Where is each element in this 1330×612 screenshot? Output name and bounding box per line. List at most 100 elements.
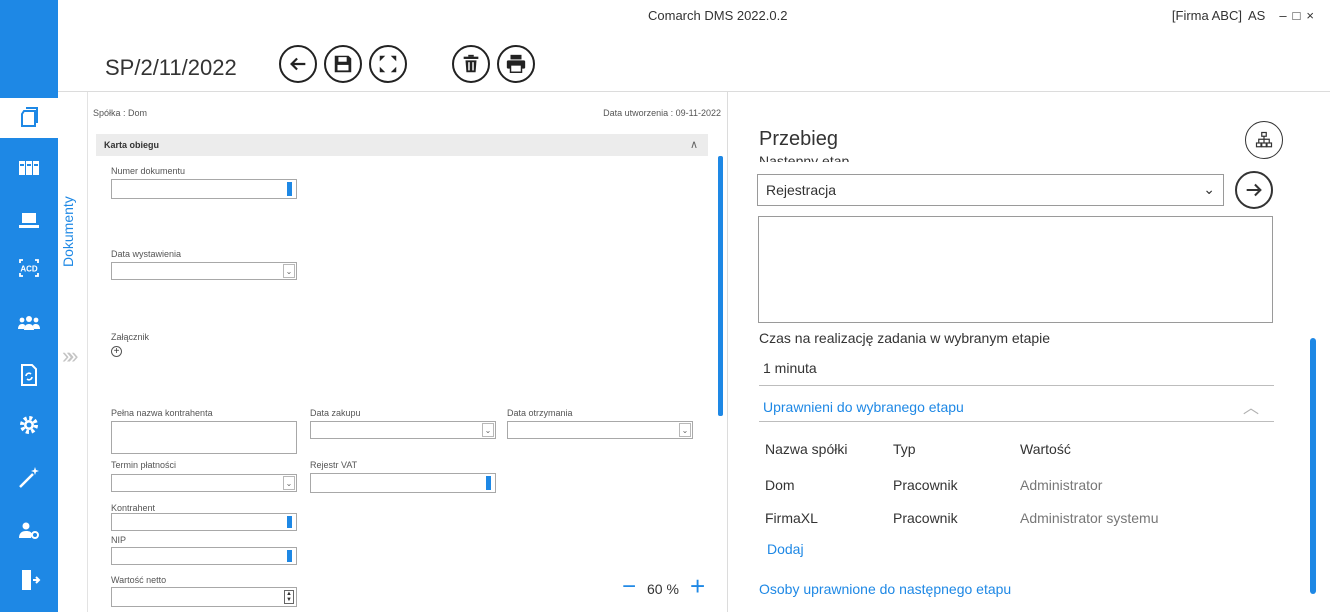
chevron-down-icon[interactable]: ⌄: [679, 423, 691, 437]
field-label: Wartość netto: [111, 575, 167, 585]
sidebar-item-user-admin[interactable]: [0, 510, 58, 550]
section-title: Karta obiegu: [104, 140, 160, 150]
field-label: Data otrzymania: [507, 408, 573, 418]
fullscreen-icon: [379, 55, 397, 73]
stepper-arrows-icon[interactable]: ▲ ▼: [284, 590, 294, 604]
created-date-label: Data utworzenia : 09-11-2022: [603, 108, 721, 118]
advance-stage-button[interactable]: [1235, 171, 1273, 209]
svg-text:ACD: ACD: [20, 265, 38, 274]
chevron-down-icon[interactable]: ⌄: [283, 476, 295, 490]
receipt-date-picker[interactable]: ⌄: [507, 421, 693, 439]
documents-tab-label: Dokumenty: [60, 196, 76, 267]
close-button[interactable]: ×: [1306, 8, 1314, 23]
maximize-button[interactable]: □: [1293, 8, 1301, 23]
table-cell: Pracownik: [893, 477, 958, 493]
time-value: 1 minuta: [763, 360, 817, 376]
document-number-input[interactable]: [111, 179, 297, 199]
purchase-date-picker[interactable]: ⌄: [310, 421, 496, 439]
fullscreen-button[interactable]: [369, 45, 407, 83]
laptop-icon: [19, 213, 39, 228]
printer-icon: [506, 54, 526, 73]
column-header: Wartość: [1020, 441, 1071, 457]
time-label: Czas na realizację zadania w wybranym et…: [759, 330, 1051, 346]
selected-stage: Rejestracja: [766, 182, 837, 198]
column-header: Typ: [893, 441, 916, 457]
authorized-section-header[interactable]: Uprawnieni do wybranego etapu: [763, 399, 964, 415]
workflow-diagram-button[interactable]: [1245, 121, 1283, 159]
hierarchy-icon: [1255, 131, 1273, 148]
chevron-down-icon[interactable]: ⌄: [482, 423, 494, 437]
contractor-name-input[interactable]: [111, 421, 297, 454]
field-label: Data wystawienia: [111, 249, 182, 259]
vat-register-input[interactable]: [310, 473, 496, 493]
field-label: Pełna nazwa kontrahenta: [111, 408, 213, 418]
section-header[interactable]: Karta obiegu ∧: [96, 134, 708, 156]
forward-arrow-icon: [1246, 183, 1262, 197]
zoom-out-button[interactable]: −: [622, 575, 636, 599]
field-label: Data zakupu: [310, 408, 361, 418]
next-stage-select[interactable]: Rejestracja ⌄: [757, 174, 1224, 206]
form-scrollbar[interactable]: [718, 156, 723, 416]
zoom-in-button[interactable]: +: [690, 573, 705, 599]
field-label: Kontrahent: [111, 503, 156, 513]
sidebar-item-doc-sync[interactable]: [0, 355, 58, 395]
print-button[interactable]: [497, 45, 535, 83]
zoom-level: 60 %: [647, 581, 679, 597]
sidebar-item-logout[interactable]: [0, 560, 58, 600]
chevron-down-icon: ⌄: [1203, 181, 1215, 197]
minimize-button[interactable]: –: [1279, 8, 1286, 23]
sidebar-item-desktop[interactable]: [0, 200, 58, 240]
chevron-up-icon[interactable]: ︿: [1243, 394, 1259, 418]
next-stage-persons-link[interactable]: Osoby uprawnione do następnego etapu: [759, 581, 1011, 597]
user-label: AS: [1247, 8, 1266, 23]
document-number: SP/2/11/2022: [105, 55, 237, 80]
documents-icon: [21, 107, 38, 127]
table-cell: Administrator systemu: [1020, 510, 1159, 526]
field-label: NIP: [111, 535, 127, 545]
gear-icon: [20, 416, 38, 434]
sidebar-item-acd[interactable]: ACD: [0, 248, 58, 288]
sidebar-item-documents[interactable]: [0, 98, 58, 138]
issue-date-picker[interactable]: ⌄: [111, 262, 297, 280]
table-cell: Pracownik: [893, 510, 958, 526]
sidebar-item-workflow[interactable]: [0, 148, 58, 188]
window-info: [Firma ABC] AS – □ ×: [1172, 8, 1314, 23]
field-label: Termin płatności: [111, 460, 177, 470]
next-stage-label: Następny etap: [759, 154, 850, 162]
divider: [759, 421, 1274, 422]
add-link[interactable]: Dodaj: [767, 541, 804, 557]
back-arrow-icon: [290, 57, 306, 71]
document-sync-icon: [21, 364, 37, 386]
app-title: Comarch DMS 2022.0.2: [648, 8, 788, 23]
nip-input[interactable]: [111, 547, 297, 565]
contractor-input[interactable]: [111, 513, 297, 531]
kanban-icon: [19, 161, 39, 175]
sidebar-item-settings[interactable]: [0, 405, 58, 445]
back-button[interactable]: [279, 45, 317, 83]
sidebar-item-users[interactable]: [0, 303, 58, 343]
table-cell: Dom: [765, 477, 795, 493]
save-icon: [334, 55, 352, 73]
chevron-up-icon[interactable]: ∧: [690, 138, 698, 151]
field-label: Rejestr VAT: [310, 460, 358, 470]
add-attachment-icon[interactable]: +: [111, 346, 122, 357]
users-icon: [18, 316, 40, 330]
company-label: [Firma ABC]: [1171, 8, 1242, 23]
panel-title: Przebieg: [759, 128, 838, 150]
save-button[interactable]: [324, 45, 362, 83]
chevron-down-icon[interactable]: ⌄: [283, 264, 295, 278]
column-header: Nazwa spółki: [765, 441, 848, 457]
trash-icon: [463, 54, 479, 73]
delete-button[interactable]: [452, 45, 490, 83]
note-textarea[interactable]: [758, 216, 1273, 323]
document-form: Spółka : Dom Data utworzenia : 09-11-202…: [88, 92, 728, 612]
expand-panel-button[interactable]: »»: [62, 343, 79, 369]
magic-wand-icon: [19, 467, 39, 488]
logout-icon: [22, 570, 41, 590]
divider: [759, 385, 1274, 386]
payment-due-picker[interactable]: ⌄: [111, 474, 297, 492]
panel-scrollbar[interactable]: [1310, 338, 1316, 594]
sidebar-item-wizard[interactable]: [0, 457, 58, 497]
net-value-stepper[interactable]: ▲ ▼: [111, 587, 297, 607]
title-bar: Comarch DMS 2022.0.2 [Firma ABC] AS – □ …: [58, 0, 1330, 92]
